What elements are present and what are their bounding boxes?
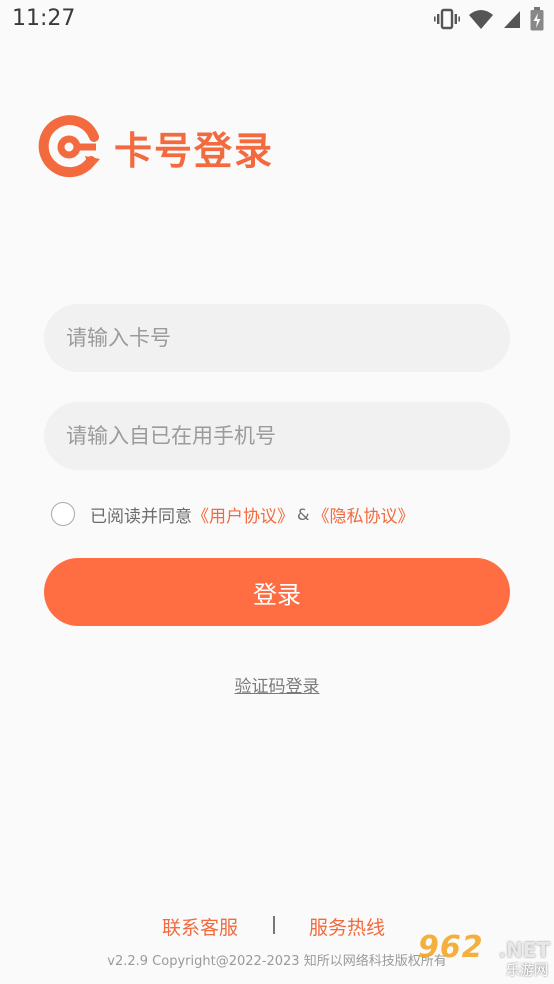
agreement-row: 已阅读并同意 《用户协议》 & 《隐私协议》	[51, 501, 414, 527]
login-screen: 11:27 卡号登录 请输入卡号 请输入自已在用手机号 已阅读并同意 《用户协议…	[0, 0, 554, 984]
brand-logo-icon	[38, 115, 102, 179]
agreement-label: 已阅读并同意	[90, 506, 192, 527]
card-number-field[interactable]	[44, 304, 510, 372]
watermark-sub: 乐游网	[506, 963, 548, 979]
wifi-icon	[468, 8, 494, 30]
footer-divider	[273, 916, 275, 934]
card-number-input[interactable]	[66, 326, 510, 350]
watermark-main: 962	[418, 930, 484, 965]
user-agreement-link[interactable]: 《用户协议》	[192, 502, 294, 527]
phone-number-input[interactable]	[66, 424, 510, 448]
page-title: 卡号登录	[114, 128, 275, 173]
signal-icon	[502, 8, 522, 30]
status-icons	[434, 6, 544, 32]
privacy-agreement-link[interactable]: 《隐私协议》	[312, 502, 414, 527]
agreement-ampersand: &	[297, 504, 310, 524]
service-hotline-link[interactable]: 服务热线	[309, 913, 385, 940]
login-button[interactable]: 登录	[44, 558, 510, 626]
agreement-checkbox[interactable]	[51, 502, 75, 526]
brand-header: 卡号登录	[38, 113, 274, 181]
battery-icon	[530, 7, 544, 31]
watermark-domain: .NET	[498, 938, 550, 962]
vibrate-icon	[434, 8, 460, 30]
status-bar: 11:27	[0, 0, 554, 38]
phone-number-field[interactable]	[44, 402, 510, 470]
site-watermark: 962 .NET 乐游网	[418, 930, 550, 980]
status-time: 11:27	[12, 6, 76, 31]
sms-code-login-link[interactable]: 验证码登录	[0, 672, 554, 697]
contact-support-link[interactable]: 联系客服	[162, 913, 238, 940]
